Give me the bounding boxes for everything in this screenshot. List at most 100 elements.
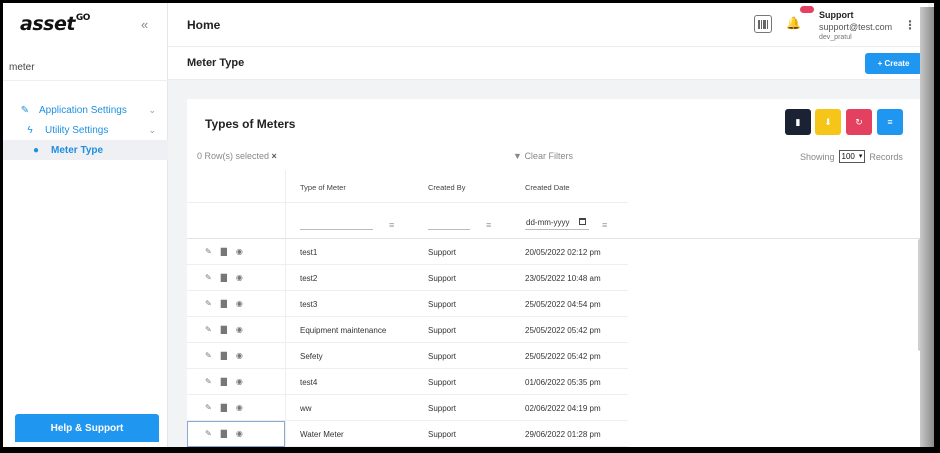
column-header-created-by[interactable]: Created By [428,183,466,192]
table-header: Type of Meter Created By Created Date [187,170,628,203]
column-header-type[interactable]: Type of Meter [300,183,346,192]
page-header: Meter Type + Create [168,47,928,80]
filter-icon[interactable]: ≡ [602,220,607,230]
records-select[interactable]: 100 ▾ [838,150,866,163]
download-button[interactable]: ⬇ [815,109,841,135]
edit-icon[interactable]: ✎ [205,273,212,282]
trash-icon[interactable]: ▇ [221,325,227,334]
rows-selected: 0 Row(s) selected × [197,151,277,161]
cell-created-by: Support [428,378,457,387]
showing-label: Showing [800,151,835,162]
sidebar-item-meter-type[interactable]: ● Meter Type [3,140,168,160]
cell-created-date: 25/05/2022 05:42 pm [525,352,601,361]
top-header: Home 🔔 Support support@test.com dev_prat… [168,3,928,47]
clear-selection-icon[interactable]: × [272,151,277,161]
refresh-button[interactable]: ↻ [846,109,872,135]
sidebar-item-application-settings[interactable]: ✎ Application Settings ⌄ [3,100,168,120]
sidebar-item-utility-settings[interactable]: ϟ Utility Settings ⌄ [3,120,168,140]
edit-icon[interactable]: ✎ [205,325,212,334]
edit-icon[interactable]: ✎ [205,429,212,438]
edit-icon[interactable]: ✎ [205,299,212,308]
divider [3,80,168,81]
table-row[interactable]: ✎ ▇ ◉ Water Meter Support 29/06/2022 01:28 pm [187,421,628,447]
help-support-button[interactable]: Help & Support [15,414,159,442]
eye-icon[interactable]: ◉ [236,325,243,334]
cell-created-by: Support [428,430,457,439]
eye-icon[interactable]: ◉ [236,273,243,282]
refresh-icon: ↻ [855,116,863,127]
cell-type: Sefety [300,352,323,361]
trash-icon[interactable]: ▇ [221,429,227,438]
trash-icon[interactable]: ▇ [221,247,227,256]
date-filter-input[interactable]: dd-mm-yyyy [526,218,570,227]
table-row[interactable]: ✎ ▇ ◉ Sefety Support 25/05/2022 05:42 pm [187,343,628,369]
bell-icon[interactable]: 🔔 [786,16,801,30]
calendar-icon[interactable] [579,218,586,225]
rows-selected-text: 0 Row(s) selected [197,151,270,161]
row-actions: ✎ ▇ ◉ [205,403,243,412]
logo-superscript: GO [75,13,91,23]
trash-icon[interactable]: ▇ [221,299,227,308]
edit-icon[interactable]: ✎ [205,377,212,386]
sidebar-search-input[interactable]: meter [9,62,35,73]
cell-created-by: Support [428,274,457,283]
wrench-icon: ✎ [20,104,30,116]
trash-icon[interactable]: ▇ [221,377,227,386]
logo: assetGO [20,13,90,35]
column-header-created-date[interactable]: Created Date [525,183,570,192]
column-list-button[interactable]: ≡ [877,109,903,135]
clear-filters-button[interactable]: ▼ Clear Filters [513,151,573,161]
table-row[interactable]: ✎ ▇ ◉ test1 Support 20/05/2022 02:12 pm [187,239,628,265]
type-filter-input[interactable] [300,229,373,230]
barcode-scan-icon[interactable] [754,15,772,33]
cell-created-by: Support [428,404,457,413]
download-icon: ⬇ [824,116,832,127]
chevron-down-icon: ⌄ [148,124,156,135]
eye-icon[interactable]: ◉ [236,403,243,412]
cell-created-by: Support [428,248,457,257]
sidebar: assetGO « meter ✎ Application Settings ⌄… [3,3,168,447]
create-button[interactable]: + Create [865,53,922,74]
row-actions: ✎ ▇ ◉ [205,325,243,334]
table-row[interactable]: ✎ ▇ ◉ test3 Support 25/05/2022 04:54 pm [187,291,628,317]
cell-type: test3 [300,300,318,309]
row-actions: ✎ ▇ ◉ [205,351,243,360]
row-actions: ✎ ▇ ◉ [205,377,243,386]
logo-text: asset [20,13,75,35]
user-name[interactable]: Support [819,10,854,20]
card-title: Types of Meters [205,117,296,131]
eye-icon[interactable]: ◉ [236,377,243,386]
row-actions: ✎ ▇ ◉ [205,429,243,438]
created-by-filter-input[interactable] [428,229,470,230]
table-row[interactable]: ✎ ▇ ◉ test4 Support 01/06/2022 05:35 pm [187,369,628,395]
sidebar-item-label: Utility Settings [45,124,109,136]
cell-created-by: Support [428,326,457,335]
cell-created-date: 20/05/2022 02:12 pm [525,248,601,257]
cell-created-date: 01/06/2022 05:35 pm [525,378,601,387]
cell-type: Water Meter [300,430,344,439]
row-actions: ✎ ▇ ◉ [205,273,243,282]
eye-icon[interactable]: ◉ [236,351,243,360]
trash-icon[interactable]: ▇ [221,273,227,282]
cell-created-by: Support [428,300,457,309]
window-shadow [920,7,934,447]
eye-icon[interactable]: ◉ [236,247,243,256]
collapse-sidebar-icon[interactable]: « [141,17,148,32]
page-title: Meter Type [187,57,245,69]
edit-icon[interactable]: ✎ [205,247,212,256]
table-row[interactable]: ✎ ▇ ◉ test2 Support 23/05/2022 10:48 am [187,265,628,291]
edit-icon[interactable]: ✎ [205,403,212,412]
trash-icon[interactable]: ▇ [221,403,227,412]
cell-created-date: 23/05/2022 10:48 am [525,274,601,283]
filter-icon[interactable]: ≡ [486,220,491,230]
eye-icon[interactable]: ◉ [236,299,243,308]
eye-icon[interactable]: ◉ [236,429,243,438]
export-pdf-button[interactable]: ▮ [785,109,811,135]
trash-icon[interactable]: ▇ [221,351,227,360]
filter-icon[interactable]: ≡ [389,220,394,230]
table-row[interactable]: ✎ ▇ ◉ Equipment maintenance Support 25/05/202… [187,317,628,343]
more-menu-icon[interactable]: ⋮ [904,18,916,32]
cell-type: test4 [300,378,318,387]
table-row[interactable]: ✎ ▇ ◉ ww Support 02/06/2022 04:19 pm [187,395,628,421]
edit-icon[interactable]: ✎ [205,351,212,360]
